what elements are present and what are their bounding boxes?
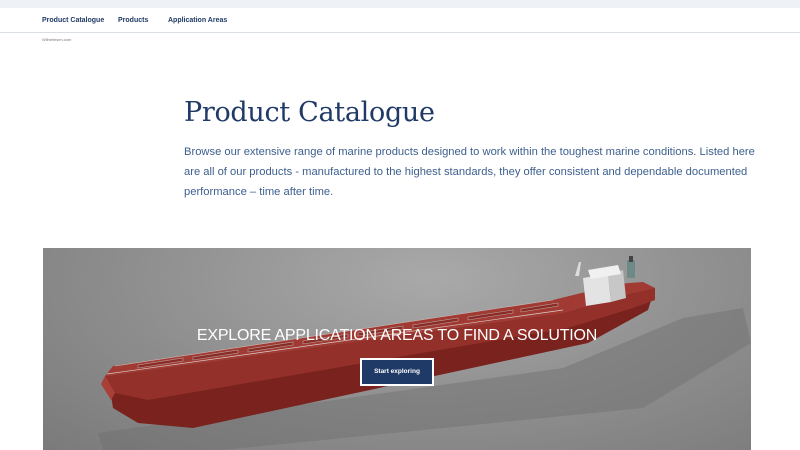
page-title: Product Catalogue <box>184 97 435 128</box>
hero-banner: EXPLORE APPLICATION AREAS TO FIND A SOLU… <box>43 248 751 450</box>
ship-illustration <box>98 256 751 450</box>
subnav-products[interactable]: Products <box>118 16 148 25</box>
intro-text: Browse our extensive range of marine pro… <box>184 146 755 198</box>
hero-heading: EXPLORE APPLICATION AREAS TO FIND A SOLU… <box>196 327 598 344</box>
sub-navigation: Product Catalogue Products Application A… <box>0 8 800 33</box>
top-strip <box>0 0 800 8</box>
subnav-application-areas[interactable]: Application Areas <box>168 16 227 25</box>
breadcrumb[interactable]: Wilhelmsen.com <box>42 37 71 42</box>
subnav-product-catalogue[interactable]: Product Catalogue <box>42 16 104 25</box>
start-exploring-button[interactable]: Start exploring <box>360 358 434 386</box>
